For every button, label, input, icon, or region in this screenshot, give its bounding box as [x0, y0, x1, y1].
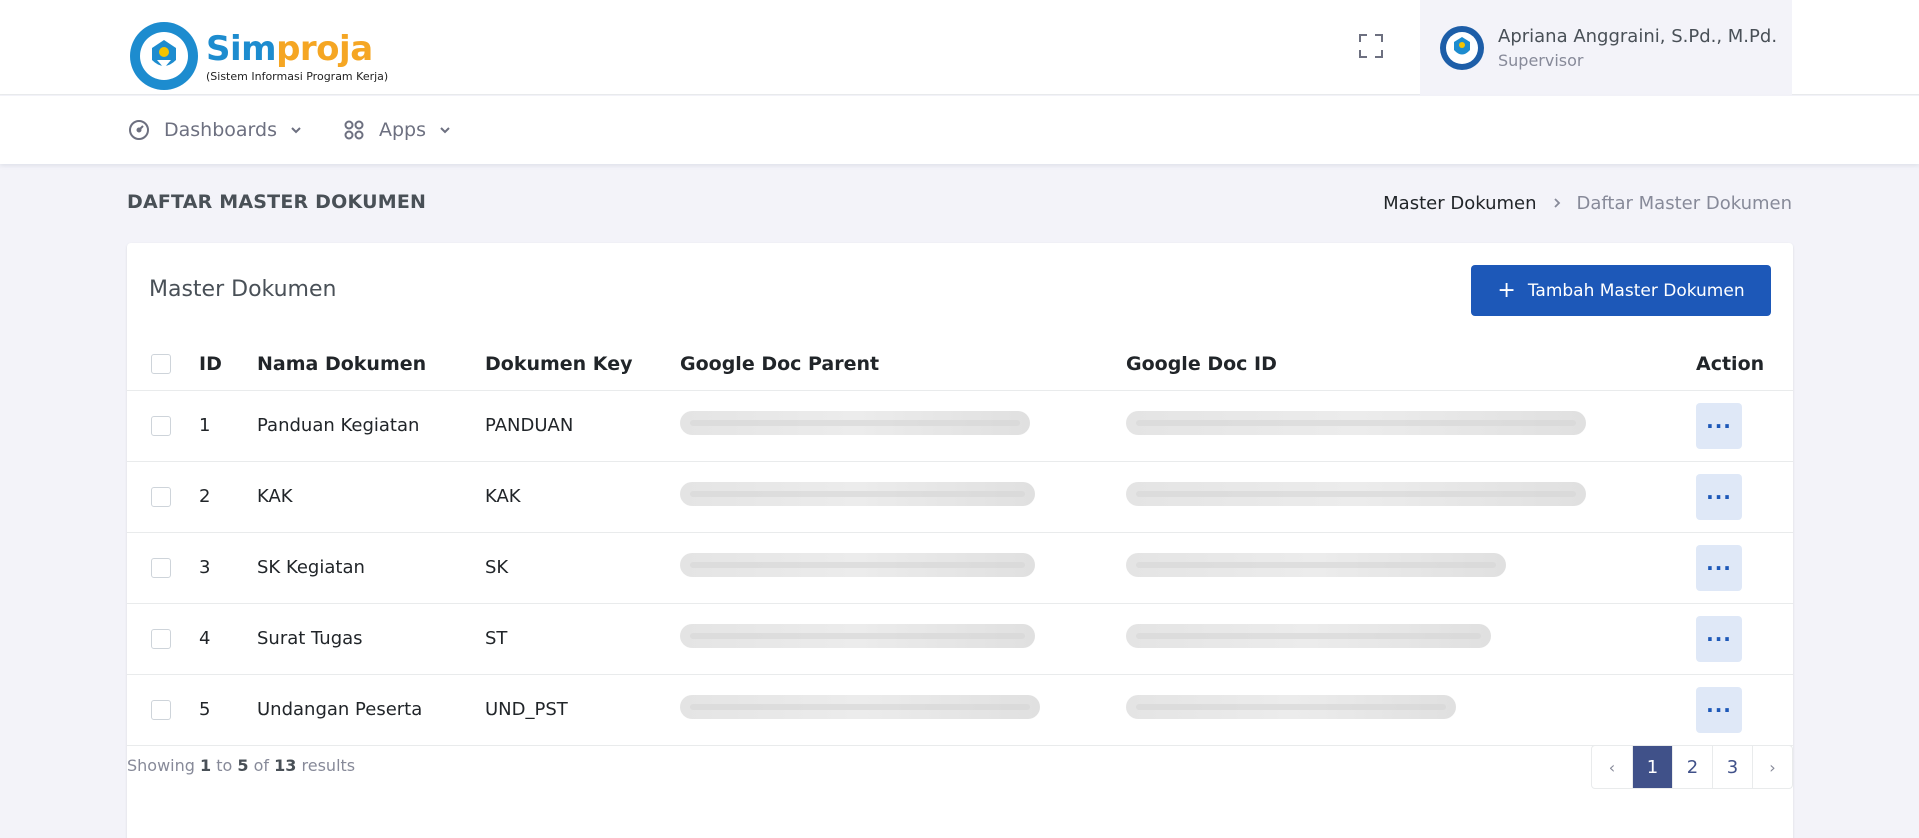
redacted-google-doc-id: [1126, 553, 1506, 577]
row-action-menu-button[interactable]: ···: [1696, 615, 1742, 662]
cell-dokumen-key: KAK: [485, 461, 680, 533]
row-checkbox[interactable]: [151, 699, 171, 720]
table-row: 5 Undangan Peserta UND_PST ···: [127, 674, 1793, 746]
pagination-prev-button[interactable]: ‹: [1592, 746, 1632, 788]
pagination-page-1[interactable]: 1: [1632, 746, 1672, 788]
row-action-menu-button[interactable]: ···: [1696, 473, 1742, 520]
brand-subtitle: (Sistem Informasi Program Kerja): [206, 69, 389, 83]
plus-icon: +: [1497, 278, 1516, 303]
master-dokumen-card: Master Dokumen + Tambah Master Dokumen I…: [127, 243, 1793, 838]
cell-nama-dokumen: KAK: [257, 461, 485, 533]
redacted-google-doc-parent: [680, 624, 1035, 648]
chevron-down-icon: [291, 127, 301, 134]
cell-dokumen-key: ST: [485, 603, 680, 675]
chevron-right-icon: [1551, 193, 1563, 214]
column-header-google-doc-parent[interactable]: Google Doc Parent: [680, 339, 1126, 391]
breadcrumb-item-current: Daftar Master Dokumen: [1576, 193, 1792, 214]
redacted-google-doc-id: [1126, 482, 1586, 506]
redacted-google-doc-id: [1126, 411, 1586, 435]
redacted-google-doc-parent: [680, 411, 1030, 435]
table-row: 4 Surat Tugas ST ···: [127, 603, 1793, 675]
pagination-page-3[interactable]: 3: [1712, 746, 1752, 788]
cell-nama-dokumen: Panduan Kegiatan: [257, 390, 485, 462]
user-role: Supervisor: [1498, 50, 1584, 70]
card-title: Master Dokumen: [149, 277, 337, 302]
pagination-summary: Showing 1 to 5 of 13 results: [127, 756, 356, 775]
row-action-menu-button[interactable]: ···: [1696, 402, 1742, 449]
cell-id: 2: [199, 461, 257, 533]
row-checkbox[interactable]: [151, 415, 171, 436]
avatar: [1440, 25, 1484, 70]
chevron-down-icon: [440, 127, 450, 134]
pagination-next-button[interactable]: ›: [1752, 746, 1792, 788]
redacted-google-doc-parent: [680, 482, 1035, 506]
tut-wuri-handayani-emblem-icon: [130, 22, 198, 90]
cell-id: 1: [199, 390, 257, 462]
redacted-google-doc-parent: [680, 695, 1040, 719]
row-action-menu-button[interactable]: ···: [1696, 544, 1742, 591]
column-header-action: Action: [1696, 339, 1793, 391]
column-header-dokumen-key[interactable]: Dokumen Key: [485, 339, 680, 391]
fullscreen-icon[interactable]: [1357, 32, 1385, 60]
pagination: ‹ 1 2 3 ›: [1591, 745, 1793, 789]
cell-nama-dokumen: Undangan Peserta: [257, 674, 485, 746]
nav-label-apps: Apps: [379, 119, 427, 141]
table-header-row: ID Nama Dokumen Dokumen Key Google Doc P…: [127, 339, 1793, 391]
user-dropdown[interactable]: Apriana Anggraini, S.Pd., M.Pd. Supervis…: [1420, 0, 1792, 95]
main-navbar: Dashboards Apps: [0, 96, 1919, 164]
add-master-dokumen-button[interactable]: + Tambah Master Dokumen: [1471, 265, 1771, 316]
nav-item-dashboards[interactable]: Dashboards: [128, 96, 303, 164]
master-dokumen-table: ID Nama Dokumen Dokumen Key Google Doc P…: [127, 339, 1793, 746]
user-name: Apriana Anggraini, S.Pd., M.Pd.: [1498, 25, 1778, 47]
column-header-google-doc-id[interactable]: Google Doc ID: [1126, 339, 1696, 391]
table-row: 2 KAK KAK ···: [127, 461, 1793, 533]
breadcrumb: Master Dokumen Daftar Master Dokumen: [1383, 193, 1792, 214]
cell-dokumen-key: UND_PST: [485, 674, 680, 746]
breadcrumb-item-master-dokumen[interactable]: Master Dokumen: [1383, 193, 1536, 214]
nav-label-dashboards: Dashboards: [164, 119, 277, 141]
nav-item-apps[interactable]: Apps: [343, 96, 452, 164]
cell-id: 3: [199, 532, 257, 604]
cell-nama-dokumen: SK Kegiatan: [257, 532, 485, 604]
redacted-google-doc-id: [1126, 624, 1491, 648]
table-row: 1 Panduan Kegiatan PANDUAN ···: [127, 390, 1793, 462]
redacted-google-doc-id: [1126, 695, 1456, 719]
cell-id: 4: [199, 603, 257, 675]
column-header-nama-dokumen[interactable]: Nama Dokumen: [257, 339, 485, 391]
brand-title: Simproja: [206, 28, 373, 69]
row-action-menu-button[interactable]: ···: [1696, 686, 1742, 733]
top-header: Simproja (Sistem Informasi Program Kerja…: [0, 0, 1919, 95]
row-checkbox[interactable]: [151, 486, 171, 507]
cell-id: 5: [199, 674, 257, 746]
redacted-google-doc-parent: [680, 553, 1035, 577]
column-header-id[interactable]: ID: [199, 339, 257, 391]
page-title: DAFTAR MASTER DOKUMEN: [127, 191, 427, 213]
row-checkbox[interactable]: [151, 628, 171, 649]
pagination-page-2[interactable]: 2: [1672, 746, 1712, 788]
add-button-label: Tambah Master Dokumen: [1527, 280, 1745, 301]
cell-nama-dokumen: Surat Tugas: [257, 603, 485, 675]
gauge-icon: [129, 120, 149, 140]
cell-dokumen-key: SK: [485, 532, 680, 604]
brand-logo[interactable]: Simproja (Sistem Informasi Program Kerja…: [130, 22, 388, 90]
row-checkbox[interactable]: [151, 557, 171, 578]
cell-dokumen-key: PANDUAN: [485, 390, 680, 462]
grid-icon: [344, 120, 364, 140]
table-row: 3 SK Kegiatan SK ···: [127, 532, 1793, 604]
select-all-checkbox[interactable]: [151, 354, 171, 375]
